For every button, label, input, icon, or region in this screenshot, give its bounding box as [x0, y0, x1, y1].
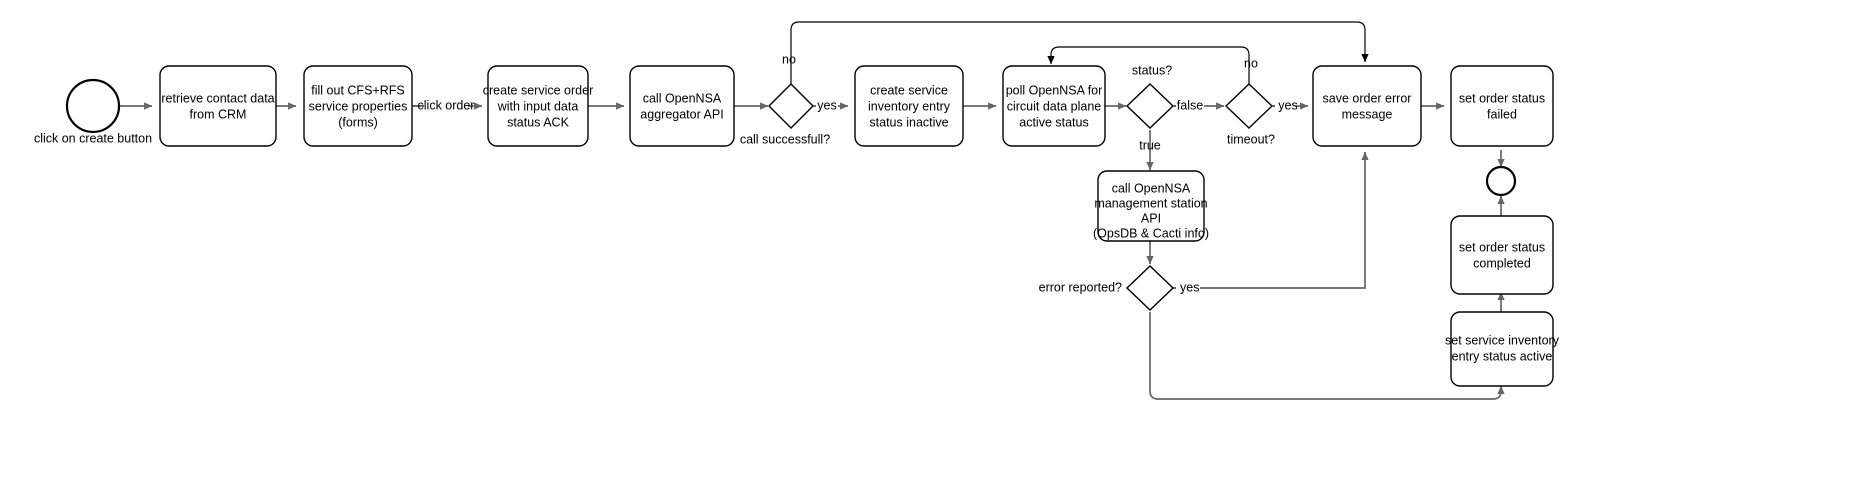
save-error-line-1: save order error — [1323, 91, 1412, 105]
edge-label-timeout-no: no — [1244, 56, 1258, 70]
node-create-service-inventory[interactable]: create service inventory entry status in… — [854, 65, 964, 147]
node-create-service-order[interactable]: create service order with input data sta… — [483, 65, 593, 147]
edge-label-timeout-yes: yes — [1278, 98, 1297, 112]
call-mgmt-line-4: (OpsDB & Cacti info) — [1093, 226, 1209, 240]
end-event-circle[interactable] — [1485, 165, 1517, 197]
call-aggregator-line-1: call OpenNSA — [643, 91, 722, 105]
call-successful-diamond[interactable] — [768, 83, 814, 129]
node-gateway-timeout[interactable]: timeout? no yes — [1224, 56, 1298, 146]
retrieve-contact-box[interactable] — [159, 65, 277, 147]
node-poll-opennsa[interactable]: poll OpenNSA for circuit data plane acti… — [1002, 65, 1106, 147]
error-reported-diamond[interactable] — [1125, 265, 1175, 311]
timeout-label: timeout? — [1227, 132, 1275, 146]
node-save-order-error-message[interactable]: save order error message — [1312, 65, 1422, 147]
set-completed-box[interactable] — [1450, 215, 1554, 295]
error-reported-label: error reported? — [1039, 280, 1122, 294]
set-failed-line-2: failed — [1487, 107, 1517, 121]
status-diamond[interactable] — [1125, 83, 1175, 129]
set-inventory-active-line-1: set service inventory — [1445, 333, 1560, 347]
flowchart-canvas: click on create button retrieve contact … — [0, 0, 1850, 503]
status-label: status? — [1132, 63, 1172, 77]
fill-forms-line-2: service properties — [309, 99, 408, 113]
create-inventory-line-2: inventory entry — [868, 99, 951, 113]
save-error-box[interactable] — [1312, 65, 1422, 147]
call-mgmt-line-2: management station — [1094, 196, 1207, 210]
node-start-event[interactable]: click on create button — [34, 78, 152, 145]
edge-label-error-yes: yes — [1180, 280, 1199, 294]
call-aggregator-box[interactable] — [629, 65, 735, 147]
set-completed-line-1: set order status — [1459, 240, 1545, 254]
call-mgmt-line-1: call OpenNSA — [1112, 181, 1191, 195]
timeout-diamond[interactable] — [1224, 83, 1274, 129]
set-inventory-active-line-2: entry status active — [1452, 349, 1553, 363]
set-failed-box[interactable] — [1450, 65, 1554, 147]
set-failed-line-1: set order status — [1459, 91, 1545, 105]
node-end-event[interactable] — [1485, 165, 1517, 197]
save-error-line-2: message — [1342, 107, 1393, 121]
create-order-line-1: create service order — [483, 83, 593, 97]
start-event-label: click on create button — [34, 131, 152, 145]
flowchart-svg: click on create button retrieve contact … — [34, 21, 1560, 400]
node-set-service-inventory-active[interactable]: set service inventory entry status activ… — [1445, 311, 1560, 387]
retrieve-contact-line-1: retrieve contact data — [161, 91, 274, 105]
create-order-line-3: status ACK — [507, 115, 569, 129]
fill-forms-line-1: fill out CFS+RFS — [311, 83, 404, 97]
node-call-aggregator-api[interactable]: call OpenNSA aggregator API — [629, 65, 735, 147]
poll-opennsa-line-3: active status — [1019, 115, 1088, 129]
node-call-management-station-api[interactable]: call OpenNSA management station API (Ops… — [1093, 170, 1209, 242]
node-set-order-status-completed[interactable]: set order status completed — [1450, 215, 1554, 295]
poll-opennsa-line-1: poll OpenNSA for — [1006, 83, 1103, 97]
node-set-order-status-failed[interactable]: set order status failed — [1450, 65, 1554, 147]
edge-label-status-true: true — [1139, 138, 1161, 152]
edge-label-status-false: false — [1177, 98, 1203, 112]
edge-label-click-order: click order — [418, 98, 475, 112]
create-inventory-line-1: create service — [870, 83, 948, 97]
create-order-line-2: with input data — [497, 99, 579, 113]
node-gateway-call-successful[interactable]: call successfull? no yes — [740, 52, 837, 146]
edge-label-call-yes: yes — [817, 98, 836, 112]
call-mgmt-line-3: API — [1141, 211, 1161, 225]
fill-forms-line-3: (forms) — [338, 115, 378, 129]
retrieve-contact-line-2: from CRM — [190, 107, 247, 121]
call-successful-label: call successfull? — [740, 132, 830, 146]
create-inventory-line-3: status inactive — [869, 115, 948, 129]
call-aggregator-line-2: aggregator API — [640, 107, 723, 121]
edge-label-call-no: no — [782, 52, 796, 66]
node-gateway-status[interactable]: status? false true — [1125, 63, 1203, 152]
edge-errorreported-yes — [1200, 151, 1369, 289]
edge-errorreported-no — [1149, 312, 1505, 400]
node-retrieve-contact-data[interactable]: retrieve contact data from CRM — [159, 65, 277, 147]
start-event-circle[interactable] — [65, 78, 121, 134]
set-completed-line-2: completed — [1473, 256, 1531, 270]
node-fill-out-forms[interactable]: fill out CFS+RFS service properties (for… — [303, 65, 413, 147]
poll-opennsa-line-2: circuit data plane — [1007, 99, 1102, 113]
